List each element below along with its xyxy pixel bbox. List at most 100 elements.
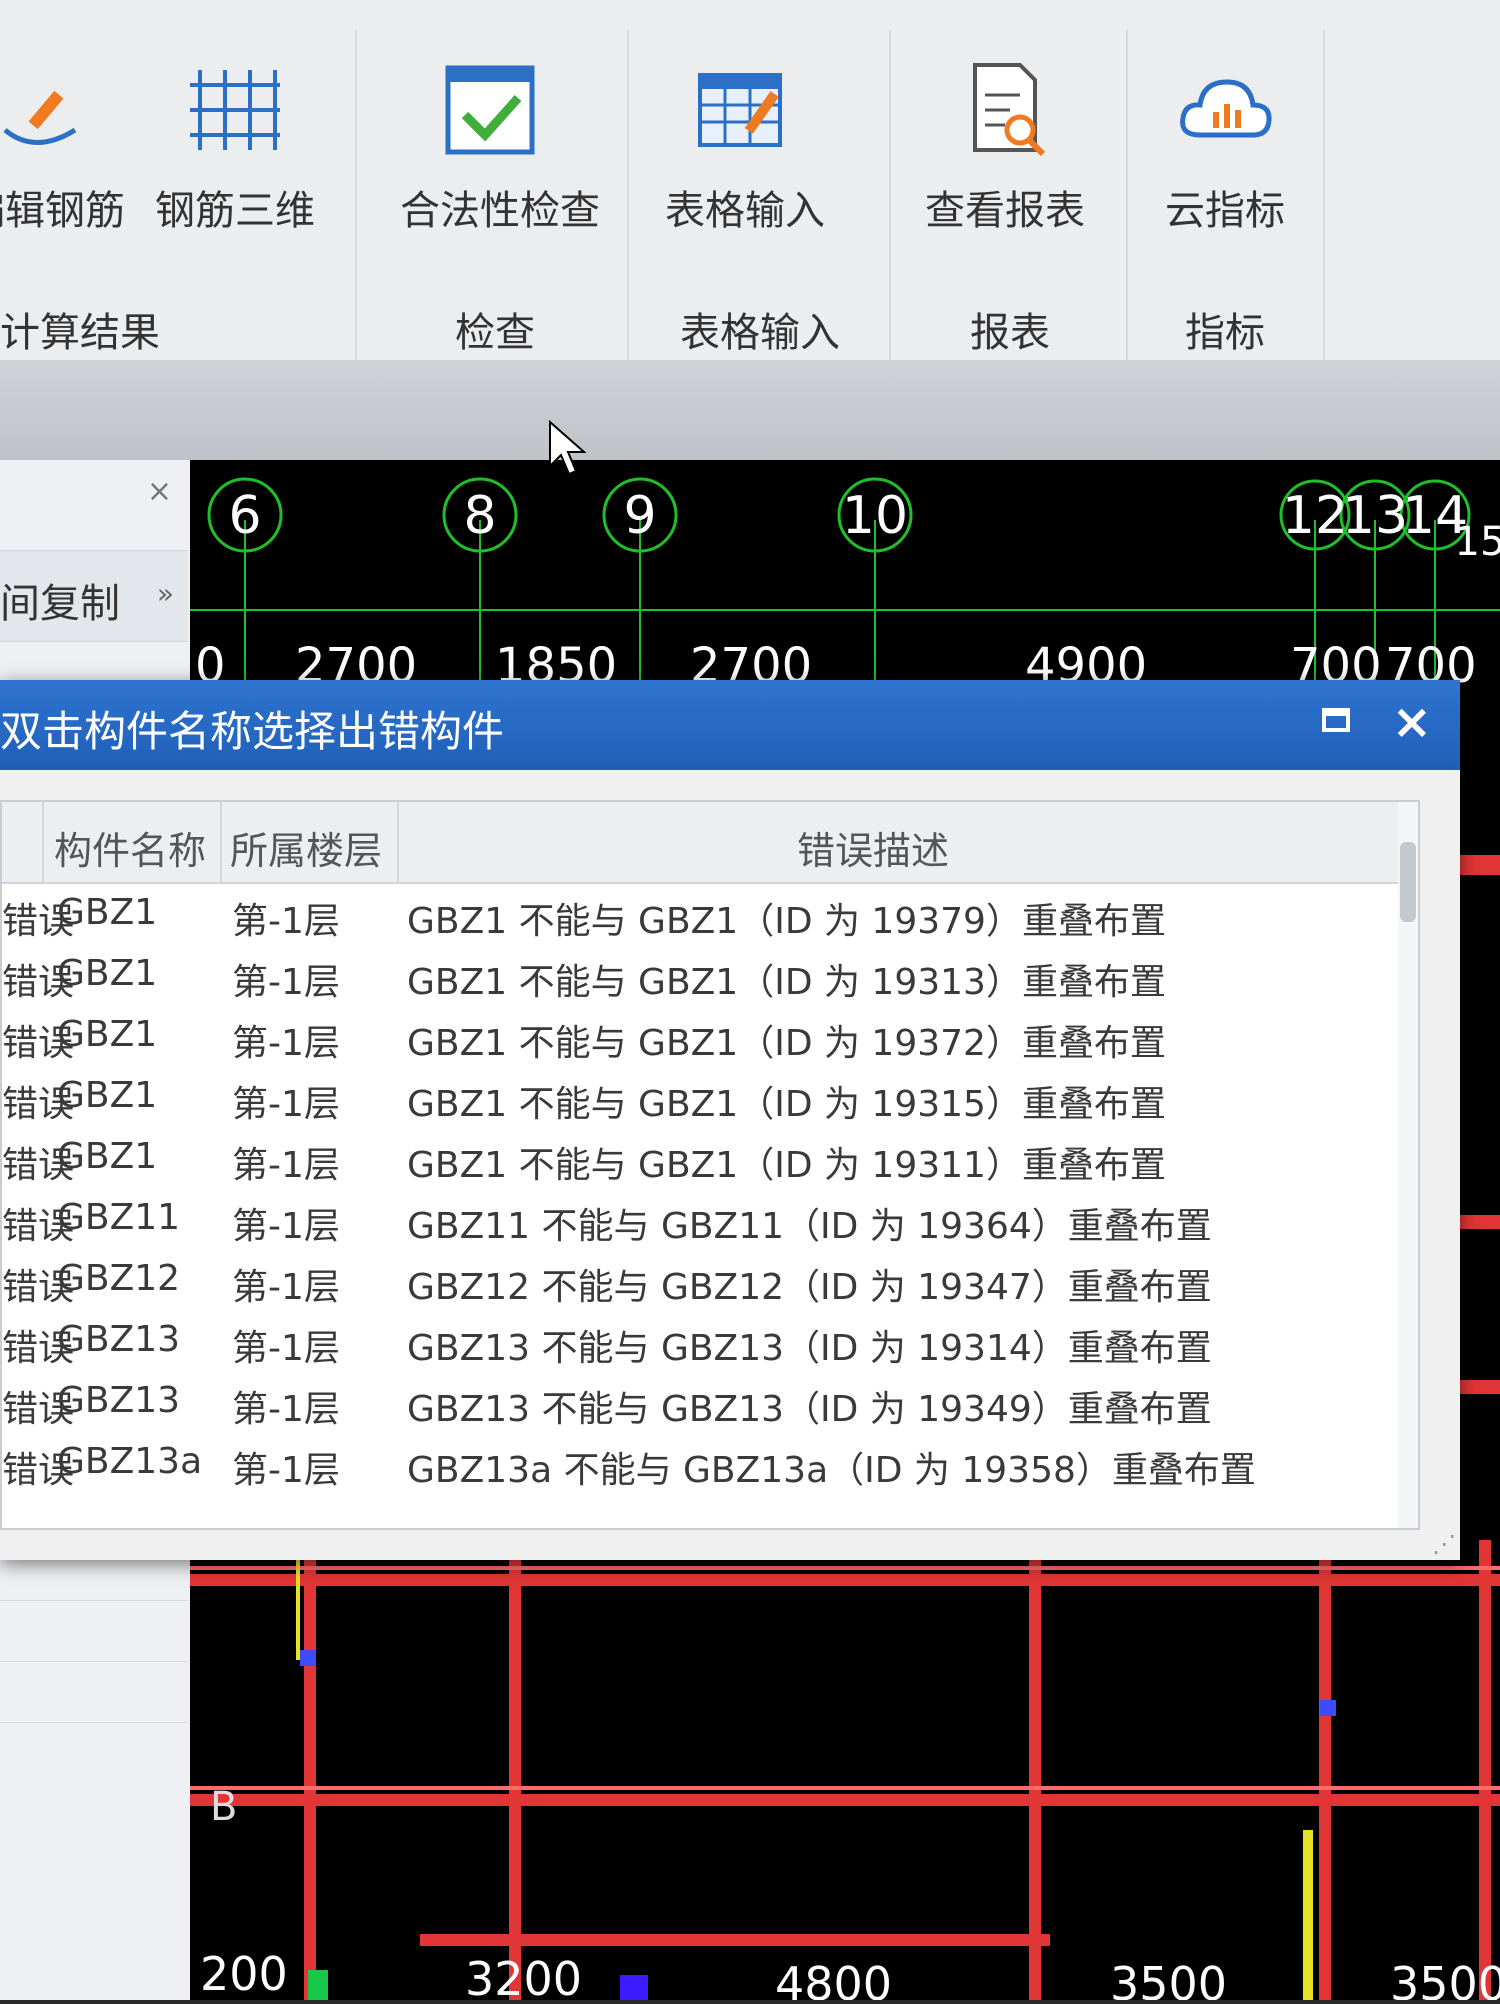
table-input-icon: [698, 73, 782, 147]
edit-rebar-icon: [3, 90, 77, 145]
table-row[interactable]: 错误 GBZ13a 第-1层 GBZ13a 不能与 GBZ13a（ID 为 19…: [2, 1433, 1402, 1494]
table-row[interactable]: 错误 GBZ13 第-1层 GBZ13 不能与 GBZ13（ID 为 19314…: [2, 1311, 1402, 1372]
cloud-index-icon: [1180, 79, 1272, 138]
error-description-cell: GBZ13a 不能与 GBZ13a（ID 为 19358）重叠布置: [407, 1450, 1256, 1491]
axis-label: 6: [228, 486, 261, 546]
dimension-label: 3500: [1110, 1957, 1227, 2000]
cloud-index-button[interactable]: 云指标: [1140, 30, 1310, 234]
component-name-cell[interactable]: GBZ1: [57, 1136, 157, 1177]
copy-label: 间复制: [0, 581, 120, 627]
view-report-button[interactable]: 查看报表: [920, 30, 1090, 234]
floor-cell: 第-1层: [232, 962, 340, 1003]
axis-label: 8: [463, 486, 496, 546]
floor-cell: 第-1层: [232, 901, 340, 942]
rebar-3d-button[interactable]: 钢筋三维: [150, 30, 320, 234]
column-separator: [42, 802, 44, 882]
dialog-close-button[interactable]: ×: [1392, 694, 1432, 750]
error-list-dialog: 双击构件名称选择出错构件 × 构件名称 所属楼层 错误描述 错误 GBZ1 第-…: [0, 680, 1460, 1560]
error-description-cell: GBZ1 不能与 GBZ1（ID 为 19313）重叠布置: [407, 962, 1166, 1003]
component-name-cell[interactable]: GBZ11: [57, 1197, 180, 1238]
axis-label: 13: [1342, 486, 1408, 546]
component-name-cell[interactable]: GBZ1: [57, 1075, 157, 1116]
error-description-cell: GBZ1 不能与 GBZ1（ID 为 19372）重叠布置: [407, 1023, 1166, 1064]
axis-label: 12: [1282, 486, 1348, 546]
floor-cell: 第-1层: [232, 1328, 340, 1369]
floor-cell: 第-1层: [232, 1084, 340, 1125]
edit-rebar-label: 编辑钢筋: [0, 188, 125, 234]
check-icon: [445, 65, 535, 155]
toolbar-strip: [0, 360, 1500, 460]
error-description-cell: GBZ1 不能与 GBZ1（ID 为 19379）重叠布置: [407, 901, 1166, 942]
floor-cell: 第-1层: [232, 1267, 340, 1308]
error-description-cell: GBZ1 不能与 GBZ1（ID 为 19315）重叠布置: [407, 1084, 1166, 1125]
dimension-label: 3500: [1390, 1957, 1500, 2000]
group-label-results: 计算结果: [0, 310, 160, 356]
table-row[interactable]: 错误 GBZ1 第-1层 GBZ1 不能与 GBZ1（ID 为 19313）重叠…: [2, 945, 1402, 1006]
column-header-name[interactable]: 构件名称: [54, 820, 206, 875]
expand-arrow-icon[interactable]: »: [157, 577, 174, 610]
component-name-cell[interactable]: GBZ13a: [57, 1441, 202, 1482]
panel-rows: [0, 1540, 188, 1723]
copy-row[interactable]: 间复制 »: [0, 550, 188, 642]
component-name-cell[interactable]: GBZ1: [57, 953, 157, 994]
table-row[interactable]: 错误 GBZ12 第-1层 GBZ12 不能与 GBZ12（ID 为 19347…: [2, 1250, 1402, 1311]
table-input-button[interactable]: 表格输入: [660, 30, 830, 234]
scrollbar-thumb[interactable]: [1400, 842, 1416, 922]
table-row[interactable]: 错误 GBZ1 第-1层 GBZ1 不能与 GBZ1（ID 为 19372）重叠…: [2, 1006, 1402, 1067]
dialog-title: 双击构件名称选择出错构件: [0, 707, 505, 756]
table-row[interactable]: 错误 GBZ13 第-1层 GBZ13 不能与 GBZ13（ID 为 19349…: [2, 1372, 1402, 1433]
side-axis-label: B: [210, 1784, 237, 1830]
error-description-cell: GBZ12 不能与 GBZ12（ID 为 19347）重叠布置: [407, 1267, 1212, 1308]
dialog-titlebar[interactable]: 双击构件名称选择出错构件 ×: [0, 680, 1460, 770]
cloud-index-label: 云指标: [1165, 188, 1285, 234]
floor-cell: 第-1层: [232, 1450, 340, 1491]
group-label-index: 指标: [1185, 310, 1265, 356]
floor-cell: 第-1层: [232, 1389, 340, 1430]
error-description-cell: GBZ13 不能与 GBZ13（ID 为 19349）重叠布置: [407, 1389, 1212, 1430]
table-body: 错误 GBZ1 第-1层 GBZ1 不能与 GBZ1（ID 为 19379）重叠…: [2, 884, 1402, 1494]
floor-cell: 第-1层: [232, 1206, 340, 1247]
component-name-cell[interactable]: GBZ1: [57, 892, 157, 933]
view-report-label: 查看报表: [925, 188, 1085, 234]
column-separator: [397, 802, 399, 882]
dimension-label: 4800: [775, 1957, 892, 2000]
table-row[interactable]: 错误 GBZ1 第-1层 GBZ1 不能与 GBZ1（ID 为 19379）重叠…: [2, 884, 1402, 945]
error-description-cell: GBZ13 不能与 GBZ13（ID 为 19314）重叠布置: [407, 1328, 1212, 1369]
group-label-table: 表格输入: [680, 310, 840, 356]
panel-row[interactable]: [0, 1662, 188, 1723]
error-description-cell: GBZ11 不能与 GBZ11（ID 为 19364）重叠布置: [407, 1206, 1212, 1247]
rebar-3d-icon: [190, 70, 280, 150]
axis-label: 10: [842, 486, 908, 546]
axis-label: 9: [623, 486, 656, 546]
table-row[interactable]: 错误 GBZ1 第-1层 GBZ1 不能与 GBZ1（ID 为 19315）重叠…: [2, 1067, 1402, 1128]
dimension-label: 200: [200, 1947, 288, 2000]
component-name-cell[interactable]: GBZ12: [57, 1258, 180, 1299]
vertical-scrollbar[interactable]: [1398, 802, 1418, 1528]
resize-grip-icon[interactable]: ⋰: [1432, 1530, 1456, 1558]
report-icon: [973, 63, 1046, 157]
maximize-icon[interactable]: [1322, 708, 1350, 732]
error-table: 构件名称 所属楼层 错误描述 错误 GBZ1 第-1层 GBZ1 不能与 GBZ…: [0, 800, 1420, 1530]
axis-label: 15: [1455, 519, 1500, 565]
component-name-cell[interactable]: GBZ13: [57, 1380, 180, 1421]
floor-cell: 第-1层: [232, 1023, 340, 1064]
validity-check-button[interactable]: 合法性检查: [400, 30, 600, 234]
component-name-cell[interactable]: GBZ1: [57, 1014, 157, 1055]
edit-rebar-button[interactable]: 编辑钢筋: [0, 30, 130, 234]
floor-cell: 第-1层: [232, 1145, 340, 1186]
column-header-floor[interactable]: 所属楼层: [230, 820, 382, 875]
panel-row[interactable]: [0, 1601, 188, 1662]
group-label-check: 检查: [455, 310, 535, 356]
panel-close-icon[interactable]: ×: [147, 474, 172, 509]
ribbon-toolbar: 编辑钢筋 钢筋三维 合法性检查: [0, 0, 1500, 361]
table-row[interactable]: 错误 GBZ1 第-1层 GBZ1 不能与 GBZ1（ID 为 19311）重叠…: [2, 1128, 1402, 1189]
column-header-description[interactable]: 错误描述: [797, 820, 949, 875]
group-label-report: 报表: [970, 310, 1050, 356]
component-name-cell[interactable]: GBZ13: [57, 1319, 180, 1360]
rebar-3d-label: 钢筋三维: [155, 188, 315, 234]
mouse-cursor-icon: [549, 420, 587, 476]
table-header: 构件名称 所属楼层 错误描述: [2, 802, 1402, 884]
error-description-cell: GBZ1 不能与 GBZ1（ID 为 19311）重叠布置: [407, 1145, 1166, 1186]
validity-check-label: 合法性检查: [400, 188, 600, 234]
table-row[interactable]: 错误 GBZ11 第-1层 GBZ11 不能与 GBZ11（ID 为 19364…: [2, 1189, 1402, 1250]
